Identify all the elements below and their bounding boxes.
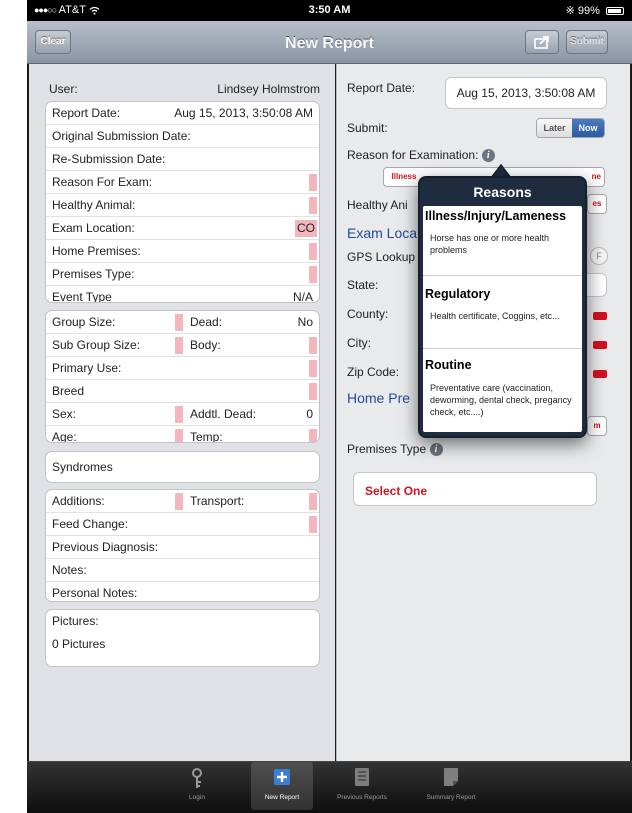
list-icon bbox=[355, 768, 369, 786]
popover-title: Reasons bbox=[473, 184, 532, 200]
required-marker bbox=[309, 266, 317, 283]
tab-login[interactable]: Login bbox=[166, 762, 228, 810]
gps-toggle[interactable]: F bbox=[590, 247, 608, 265]
report-date-field[interactable]: Aug 15, 2013, 3:50:08 AM bbox=[445, 77, 607, 109]
pictures-label: Pictures: bbox=[52, 614, 99, 628]
required-marker bbox=[175, 493, 183, 510]
required-marker bbox=[175, 337, 183, 354]
required-marker bbox=[309, 243, 317, 260]
status-time: 3:50 AM bbox=[308, 4, 351, 16]
state-label: State: bbox=[347, 278, 379, 292]
battery-icon bbox=[606, 7, 624, 16]
required-marker bbox=[309, 516, 317, 533]
zip-code-label: Zip Code: bbox=[347, 365, 400, 379]
row-event-type[interactable]: Event Type N/A bbox=[46, 286, 319, 302]
animal-info-group: Group Size: Dead: No Sub Group Size: Body: … bbox=[45, 310, 320, 443]
county-label: County: bbox=[347, 307, 389, 321]
tab-new-report[interactable]: New Report bbox=[251, 762, 313, 810]
required-marker bbox=[309, 493, 317, 510]
pictures-group[interactable]: Pictures: 0 Pictures bbox=[45, 609, 320, 667]
row-original-submission-date[interactable]: Original Submission Date: bbox=[46, 125, 319, 148]
user-value: Lindsey Holmstrom bbox=[217, 82, 320, 96]
row-breed[interactable]: Breed bbox=[46, 380, 319, 403]
info-icon[interactable]: i bbox=[481, 149, 495, 163]
document-icon bbox=[444, 768, 458, 786]
healthy-animal-segmented-control[interactable]: es bbox=[587, 194, 607, 214]
reason-label: Reason for Examination: i bbox=[347, 148, 495, 163]
row-age[interactable]: Age: Temp: bbox=[46, 426, 319, 442]
user-label: User: bbox=[49, 82, 78, 96]
required-marker bbox=[175, 429, 183, 442]
city-label: City: bbox=[347, 336, 371, 350]
healthy-animal-label: Healthy Ani bbox=[347, 198, 408, 212]
syndromes-label: Syndromes bbox=[52, 460, 113, 474]
row-primary-use[interactable]: Primary Use: bbox=[46, 357, 319, 380]
required-marker bbox=[175, 406, 183, 423]
submit-segmented-control[interactable]: Later Now bbox=[536, 118, 605, 138]
reason-option-regulatory[interactable]: Regulatory Health certificate, Coggins, … bbox=[423, 276, 582, 349]
additional-info-group: Additions: Transport: Feed Change: Previo… bbox=[45, 489, 320, 602]
reasons-popover: Reasons Illness/Injury/Lameness Horse ha… bbox=[418, 176, 587, 438]
report-summary-pane: User: Lindsey Holmstrom Report Date: Aug … bbox=[29, 64, 335, 761]
now-segment[interactable]: Now bbox=[572, 119, 604, 137]
exam-location-heading: Exam Loca bbox=[347, 225, 418, 241]
row-resubmission-date[interactable]: Re-Submission Date: bbox=[46, 148, 319, 171]
row-feed-change[interactable]: Feed Change: bbox=[46, 513, 319, 536]
row-exam-location[interactable]: Exam Location: CO bbox=[46, 217, 319, 240]
row-additions[interactable]: Additions: Transport: bbox=[46, 490, 319, 513]
row-sub-group-size[interactable]: Sub Group Size: Body: bbox=[46, 334, 319, 357]
reason-option-routine[interactable]: Routine Preventative care (vaccination, … bbox=[423, 349, 582, 432]
required-marker bbox=[309, 429, 317, 442]
row-sex[interactable]: Sex: Addtl. Dead: 0 bbox=[46, 403, 319, 426]
premises-type-select[interactable]: Select One bbox=[353, 472, 597, 506]
tab-summary-report[interactable]: Summary Report bbox=[420, 762, 482, 810]
routine-segment[interactable]: ne bbox=[592, 168, 601, 186]
required-marker bbox=[175, 314, 183, 331]
required-marker bbox=[309, 337, 317, 354]
reasons-list: Illness/Injury/Lameness Horse has one or… bbox=[423, 206, 582, 432]
new-report-icon bbox=[274, 769, 290, 785]
required-marker bbox=[309, 174, 317, 191]
row-healthy-animal[interactable]: Healthy Animal: bbox=[46, 194, 319, 217]
share-icon bbox=[534, 36, 549, 49]
bluetooth-icon: ※ bbox=[565, 5, 575, 17]
required-arrow-icon bbox=[593, 312, 607, 320]
battery: ※ 99% bbox=[566, 4, 624, 17]
reason-option-illness[interactable]: Illness/Injury/Lameness Horse has one or… bbox=[423, 206, 582, 276]
premises-type-label: Premises Type i bbox=[347, 442, 443, 457]
row-home-premises[interactable]: Home Premises: bbox=[46, 240, 319, 263]
submit-button[interactable]: Submit bbox=[566, 30, 608, 54]
row-notes[interactable]: Notes: bbox=[46, 559, 319, 582]
home-premises-heading: Home Pre bbox=[347, 390, 411, 406]
required-marker bbox=[309, 360, 317, 377]
required-arrow-icon bbox=[593, 341, 607, 349]
row-premises-type[interactable]: Premises Type: bbox=[46, 263, 319, 286]
report-info-group: Report Date: Aug 15, 2013, 3:50:08 AM Ori… bbox=[45, 101, 320, 303]
required-arrow-icon bbox=[593, 370, 607, 378]
share-button[interactable] bbox=[525, 30, 559, 54]
info-icon[interactable]: i bbox=[429, 443, 443, 457]
later-segment[interactable]: Later bbox=[537, 119, 572, 137]
pictures-count: 0 Pictures bbox=[52, 637, 106, 651]
row-report-date[interactable]: Report Date: Aug 15, 2013, 3:50:08 AM bbox=[46, 102, 319, 125]
report-date-label: Report Date: bbox=[347, 81, 416, 95]
row-reason-for-exam[interactable]: Reason For Exam: bbox=[46, 171, 319, 194]
navigation-bar: Clear New Report Submit bbox=[27, 21, 632, 64]
row-group-size[interactable]: Group Size: Dead: No bbox=[46, 311, 319, 334]
required-marker bbox=[309, 383, 317, 400]
required-marker bbox=[309, 197, 317, 214]
row-personal-notes[interactable]: Personal Notes: bbox=[46, 582, 319, 601]
submit-label: Submit: bbox=[347, 121, 388, 135]
tab-bar: Login New Report Previous Reports Summar… bbox=[27, 761, 632, 813]
home-premises-segmented-control[interactable]: m bbox=[587, 416, 607, 436]
row-previous-diagnosis[interactable]: Previous Diagnosis: bbox=[46, 536, 319, 559]
syndromes-group[interactable]: Syndromes bbox=[45, 451, 320, 483]
key-icon bbox=[192, 768, 202, 788]
status-bar: ●●●○○ AT&T 3:50 AM ※ 99% bbox=[27, 0, 632, 21]
tab-previous-reports[interactable]: Previous Reports bbox=[331, 762, 393, 810]
gps-lookup-label: GPS Lookup bbox=[347, 250, 416, 264]
